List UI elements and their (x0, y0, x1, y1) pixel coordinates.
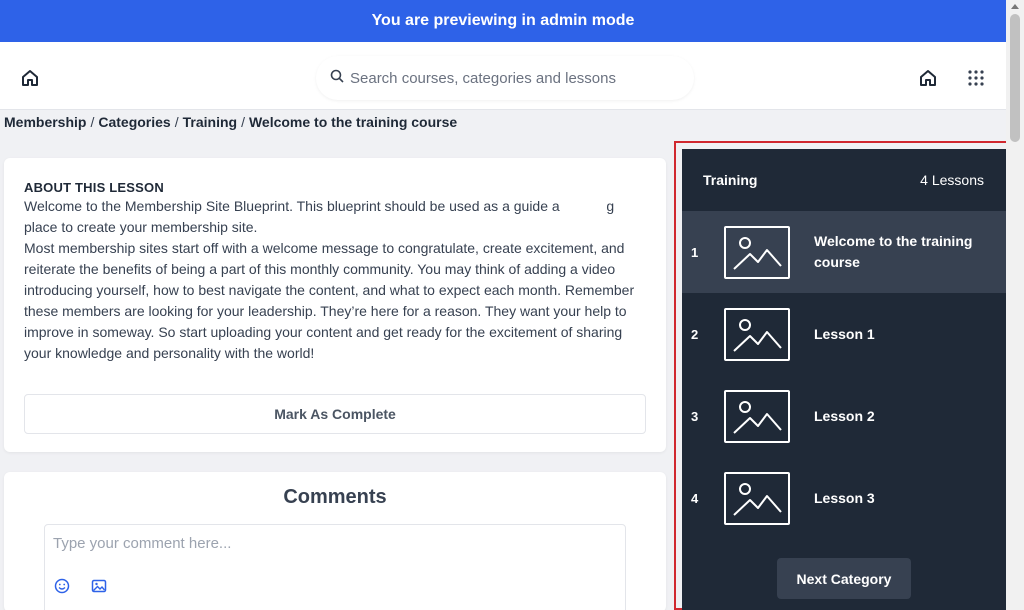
breadcrumb-categories[interactable]: Categories (98, 114, 170, 130)
sidebar-lesson-count: 4 Lessons (920, 172, 984, 188)
breadcrumb-separator: / (241, 114, 245, 130)
sidebar-lesson-item[interactable]: 1 Welcome to the training course (682, 211, 1006, 293)
sidebar-lesson-item[interactable]: 3 Lesson 2 (682, 375, 1006, 457)
lesson-number: 2 (691, 326, 699, 342)
about-lesson-description: Welcome to the Membership Site Blueprint… (24, 196, 644, 364)
breadcrumb-membership[interactable]: Membership (4, 114, 86, 130)
lesson-title: Lesson 1 (814, 325, 875, 342)
admin-preview-text: You are previewing in admin mode (371, 12, 635, 29)
search-input[interactable] (350, 69, 680, 87)
breadcrumb-current-lesson: Welcome to the training course (248, 114, 458, 130)
admin-preview-banner: You are previewing in admin mode (0, 0, 1006, 42)
scroll-up-arrow-icon[interactable] (1011, 4, 1019, 9)
sidebar-lesson-item[interactable]: 4 Lesson 3 (682, 457, 1006, 539)
breadcrumb: Membership / Categories / Training / Wel… (4, 114, 457, 130)
lesson-title: Lesson 3 (814, 489, 875, 506)
page-scrollbar[interactable] (1006, 0, 1024, 610)
about-paragraph: Most membership sites start off with a w… (24, 240, 635, 361)
search-bar[interactable] (316, 56, 694, 100)
grid-icon[interactable] (964, 66, 988, 90)
next-category-button[interactable]: Next Category (777, 558, 911, 599)
image-placeholder-icon (724, 389, 790, 443)
search-icon (330, 69, 344, 88)
lesson-title: Lesson 2 (814, 407, 875, 424)
comments-heading: Comments (283, 486, 387, 508)
comments-card: Comments (4, 472, 666, 610)
breadcrumb-separator: / (90, 114, 95, 130)
lesson-title: Welcome to the training course (814, 233, 973, 270)
image-placeholder-icon (724, 471, 790, 525)
comment-box (44, 524, 626, 610)
scrollbar-thumb[interactable] (1010, 14, 1020, 142)
image-icon[interactable] (90, 577, 108, 595)
about-lesson-heading: ABOUT THIS LESSON (24, 180, 164, 195)
lesson-number: 3 (691, 408, 699, 424)
lesson-number: 4 (691, 490, 699, 506)
home-icon[interactable] (18, 66, 42, 90)
breadcrumb-separator: / (174, 114, 179, 130)
lesson-number: 1 (691, 244, 699, 260)
sidebar-lesson-item[interactable]: 2 Lesson 1 (682, 293, 1006, 375)
home-icon[interactable] (916, 66, 940, 90)
image-placeholder-icon (724, 307, 790, 361)
top-navigation-bar (0, 42, 1006, 110)
sidebar-header: Training 4 Lessons (682, 149, 1006, 211)
comment-input[interactable] (53, 535, 613, 565)
lesson-sidebar: Training 4 Lessons 1 Welcome to the trai… (682, 149, 1006, 610)
about-paragraph: Welcome to the Membership Site Blueprint… (24, 198, 619, 235)
breadcrumb-training[interactable]: Training (183, 114, 237, 130)
smiley-icon[interactable] (53, 577, 71, 595)
image-placeholder-icon (724, 225, 790, 279)
mark-as-complete-button[interactable]: Mark As Complete (24, 394, 646, 434)
about-lesson-card: ABOUT THIS LESSON Welcome to the Members… (4, 158, 666, 452)
sidebar-category-title: Training (703, 172, 758, 188)
